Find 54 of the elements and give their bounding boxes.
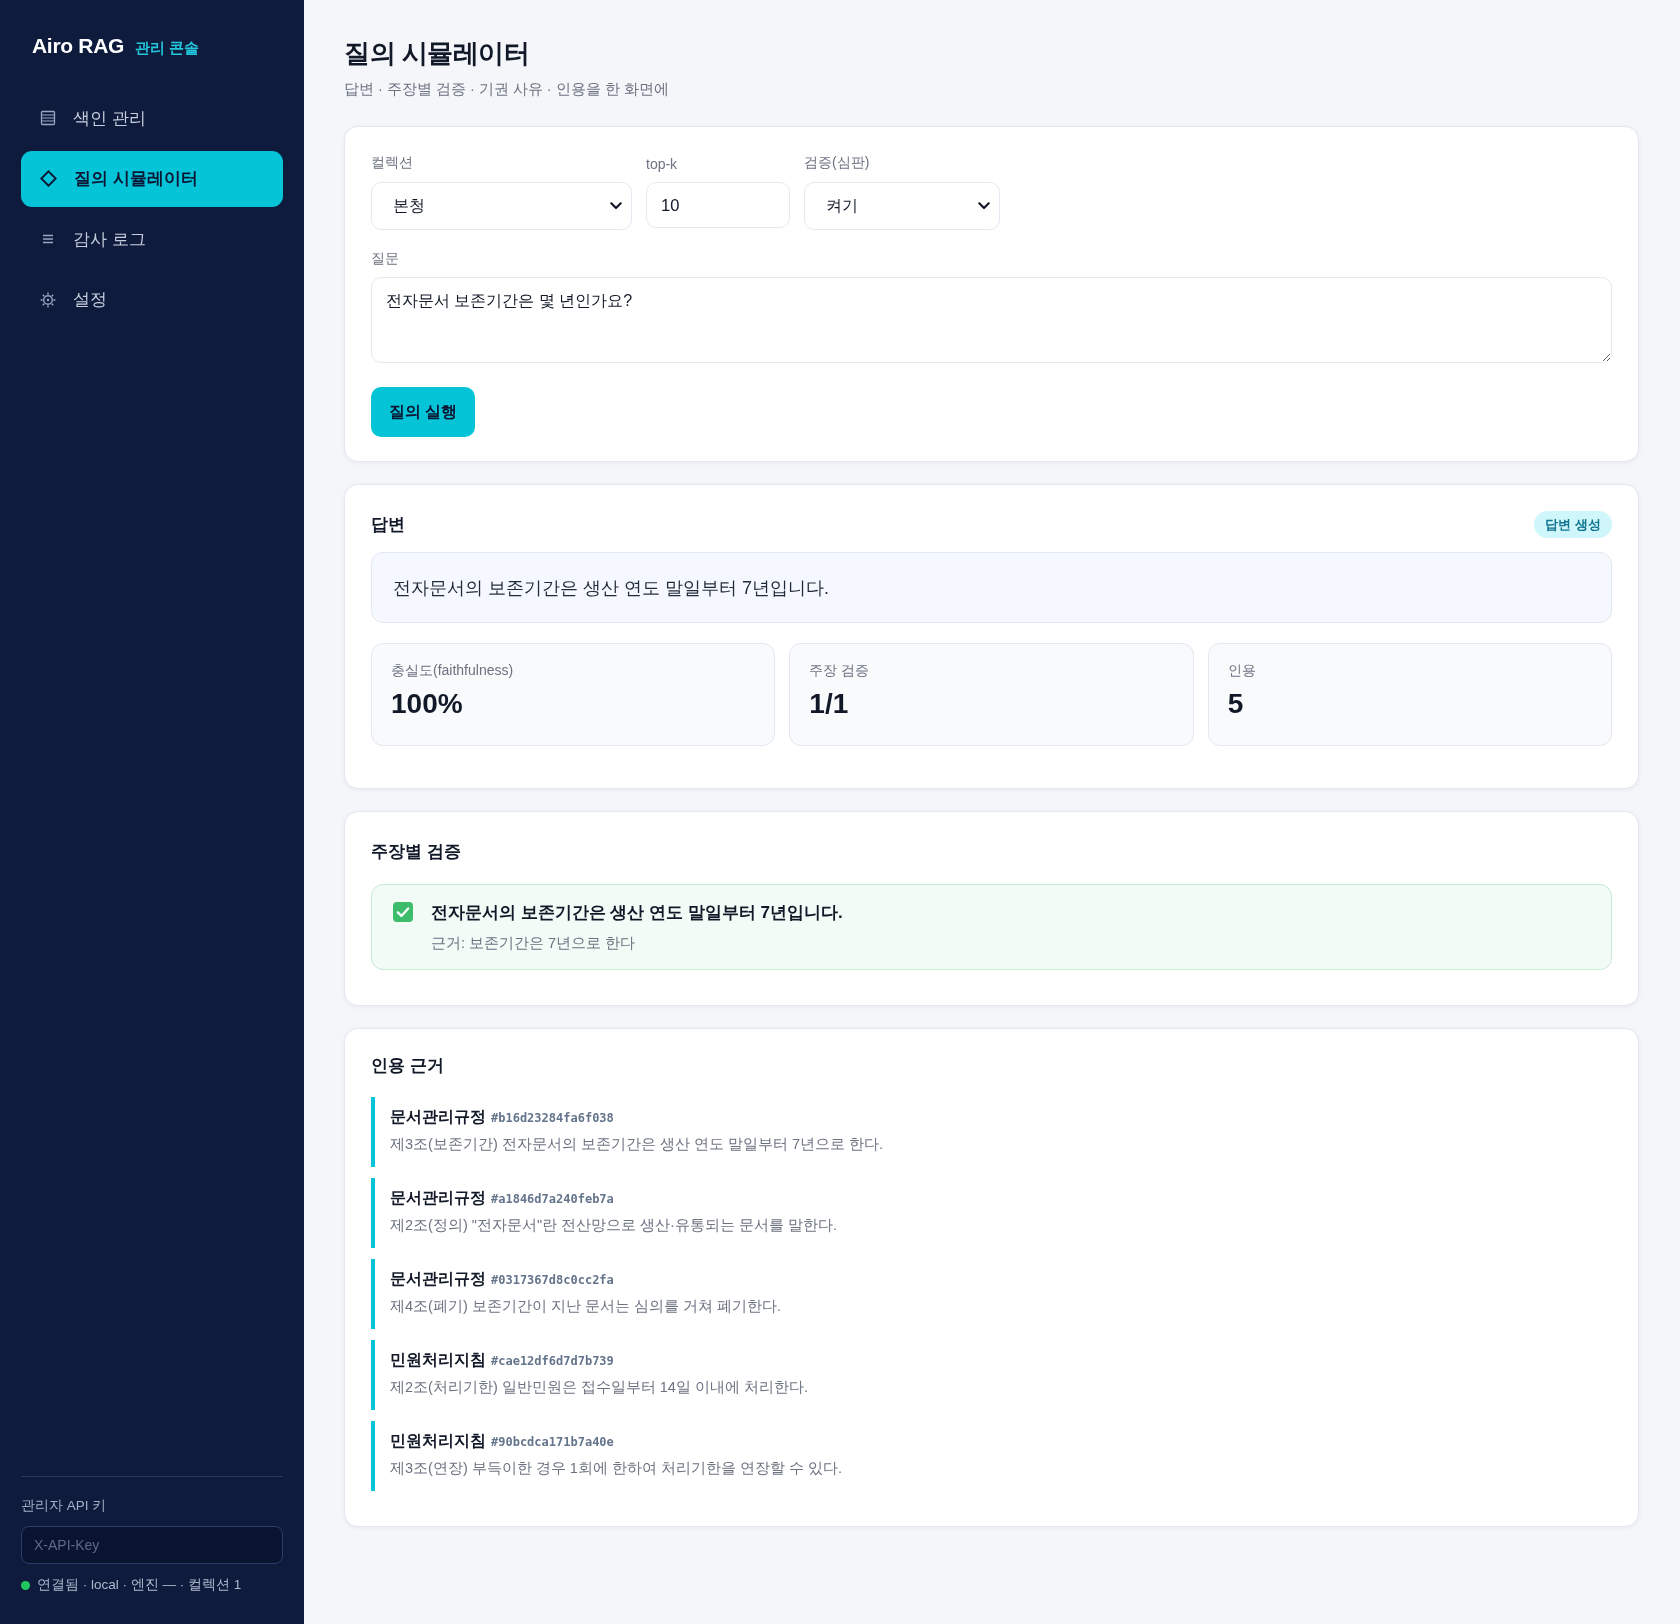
page-title: 질의 시뮬레이터 <box>344 37 531 70</box>
api-key-field[interactable]: X-API-Key <box>21 1526 283 1564</box>
citation-text: 제3조(연장) 부득이한 경우 1회에 한하여 처리기한을 연장할 수 있다. <box>390 1459 844 1478</box>
chevron-down-icon <box>978 202 990 210</box>
field-label: 검증(심판) <box>804 153 871 171</box>
citation-text: 제2조(정의) "전자문서"란 전산망으로 생산·유통되는 문서를 말한다. <box>390 1216 839 1235</box>
citation-hash: #a1846d7a240feb7a <box>491 1192 614 1206</box>
chevron-down-icon <box>610 202 622 210</box>
citation-source: 문서관리규정 <box>390 1269 486 1289</box>
citation-hash: #b16d23284fa6f038 <box>491 1111 614 1125</box>
nav-item[interactable]: 색인 관리 <box>21 90 283 146</box>
stat-label: 주장 검증 <box>809 661 871 679</box>
stat-label: 인용 <box>1227 661 1257 679</box>
stat-label: 충실도(faithfulness) <box>391 661 515 679</box>
citation-source: 민원처리지침 <box>390 1431 486 1451</box>
api-key-label: 관리자 API 키 <box>21 1497 108 1515</box>
field-label: top-k <box>646 155 679 173</box>
claim-text: 전자문서의 보존기간은 생산 연도 말일부터 7년입니다. <box>431 902 843 924</box>
connection-status: 연결됨 · local · 엔진 — · 컬렉션 1 <box>37 1576 242 1594</box>
section-heading: 인용 근거 <box>371 1055 445 1077</box>
citation-hash: #90bcdca171b7a40e <box>491 1435 614 1449</box>
citation-hash: #cae12df6d7d7b739 <box>491 1354 614 1368</box>
gear-icon <box>40 291 56 308</box>
section-heading: 주장별 검증 <box>371 841 462 863</box>
number-field[interactable]: 10 <box>646 182 790 228</box>
list-icon <box>40 110 56 126</box>
nav-item[interactable]: 설정 <box>21 271 283 328</box>
dropdown-field[interactable]: 켜기 <box>804 182 1000 230</box>
citation-text: 제3조(보존기간) 전자문서의 보존기간은 생산 연도 말일부터 7년으로 한다. <box>390 1135 884 1154</box>
claim-evidence: 근거: 보존기간은 7년으로 한다 <box>431 934 637 953</box>
answer-text: 전자문서의 보존기간은 생산 연도 말일부터 7년입니다. <box>371 552 1612 623</box>
nav-item[interactable]: 질의 시뮬레이터 <box>21 150 283 207</box>
page-subtitle: 답변 · 주장별 검증 · 기권 사유 · 인용을 한 화면에 <box>344 80 670 99</box>
citation-text: 제4조(폐기) 보존기간이 지난 문서는 심의를 거쳐 폐기한다. <box>390 1297 782 1316</box>
dropdown-field[interactable]: 본청 <box>371 182 632 230</box>
citation-source: 문서관리규정 <box>390 1188 486 1208</box>
diamond-icon <box>40 170 57 187</box>
citation-source: 문서관리규정 <box>390 1107 486 1127</box>
question-field[interactable]: 전자문서 보존기간은 몇 년인가요? <box>371 277 1612 363</box>
citation-source: 민원처리지침 <box>390 1350 486 1370</box>
status-badge: 답변 생성 <box>1534 511 1612 538</box>
stat-value: 100% <box>391 687 464 721</box>
field-label: 컬렉션 <box>371 153 414 171</box>
logo-text: Airo RAG <box>32 33 125 59</box>
stat-value: 5 <box>1227 687 1245 721</box>
citation-hash: #0317367d8c0cc2fa <box>491 1273 614 1287</box>
lines-icon <box>43 234 53 244</box>
run-query-button[interactable]: 질의 실행 <box>371 387 475 437</box>
logo-tag: 관리 콘솔 <box>135 38 200 58</box>
nav-item[interactable]: 감사 로그 <box>21 211 283 267</box>
field-label: 질문 <box>371 249 400 267</box>
section-heading: 답변 <box>371 513 405 536</box>
citation-text: 제2조(처리기한) 일반민원은 접수일부터 14일 이내에 처리한다. <box>390 1378 810 1397</box>
stat-value: 1/1 <box>809 687 850 721</box>
